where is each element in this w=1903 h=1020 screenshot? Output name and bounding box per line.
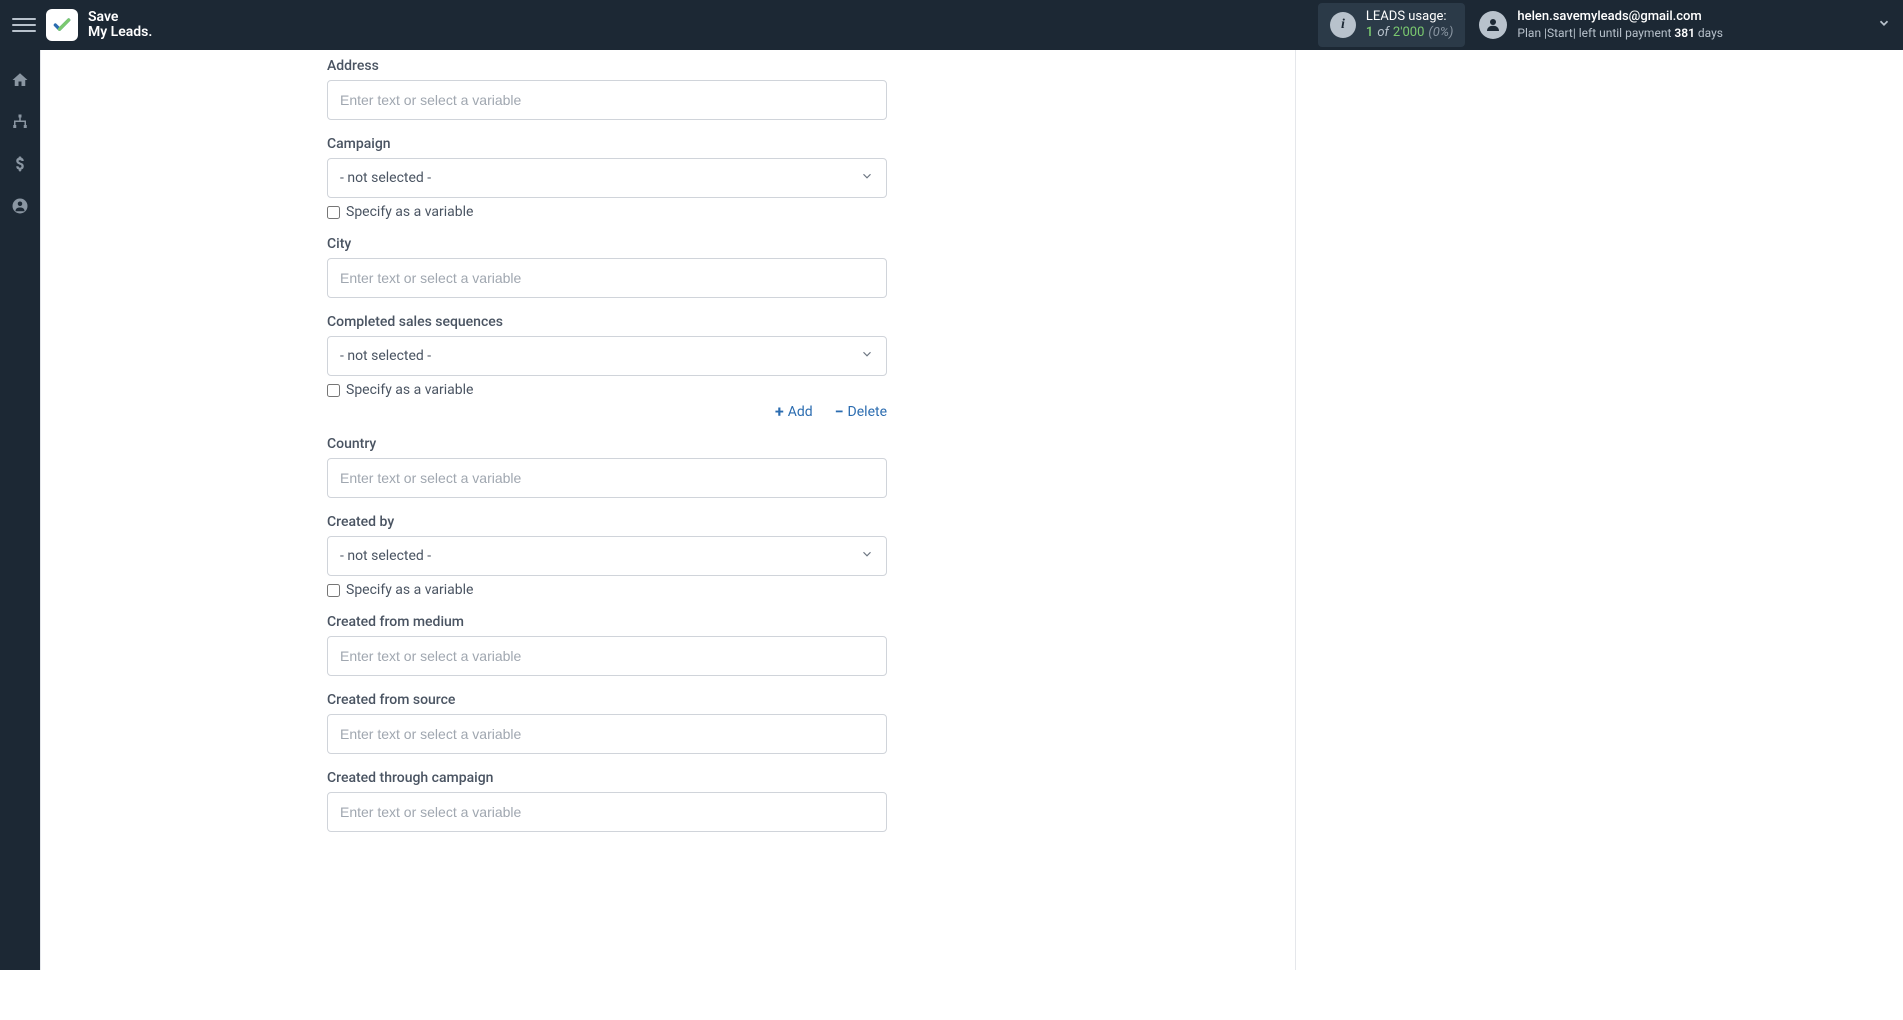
label-completed-sales: Completed sales sequences bbox=[327, 314, 887, 330]
user-email: helen.savemyleads@gmail.com bbox=[1517, 9, 1723, 26]
label-created-from-source: Created from source bbox=[327, 692, 887, 708]
sidebar-item-billing[interactable] bbox=[0, 146, 40, 182]
field-created-from-source: Created from source bbox=[327, 692, 887, 754]
input-address[interactable] bbox=[327, 80, 887, 120]
field-created-through-campaign: Created through campaign bbox=[327, 770, 887, 832]
header-right: i LEADS usage: 1 of 2'000 (0%) helen.sav… bbox=[1318, 3, 1891, 48]
content-card: Address Campaign - not selected - Specif… bbox=[40, 50, 1296, 970]
plan-days: 381 bbox=[1674, 26, 1695, 40]
usage-title: LEADS usage: bbox=[1366, 9, 1454, 25]
specify-campaign[interactable]: Specify as a variable bbox=[327, 204, 887, 220]
label-country: Country bbox=[327, 436, 887, 452]
plus-icon: + bbox=[775, 404, 784, 420]
field-city: City bbox=[327, 236, 887, 298]
logo-line2: My Leads. bbox=[88, 25, 152, 40]
sidebar-item-home[interactable] bbox=[0, 62, 40, 98]
delete-button[interactable]: − Delete bbox=[835, 404, 887, 420]
usage-pct: (0%) bbox=[1428, 25, 1453, 41]
label-city: City bbox=[327, 236, 887, 252]
chevron-down-icon bbox=[860, 169, 874, 187]
select-completed-sales-value: - not selected - bbox=[340, 348, 431, 364]
checkbox-created-by[interactable] bbox=[327, 584, 340, 597]
field-created-by: Created by - not selected - Specify as a… bbox=[327, 514, 887, 598]
input-created-from-medium[interactable] bbox=[327, 636, 887, 676]
usage-total: 2'000 bbox=[1393, 25, 1425, 41]
field-campaign: Campaign - not selected - Specify as a v… bbox=[327, 136, 887, 220]
header-left: Save My Leads. bbox=[12, 9, 152, 41]
field-address: Address bbox=[327, 58, 887, 120]
add-delete-row: + Add − Delete bbox=[327, 404, 887, 420]
sidebar-item-account[interactable] bbox=[0, 188, 40, 224]
label-created-from-medium: Created from medium bbox=[327, 614, 887, 630]
specify-label: Specify as a variable bbox=[346, 382, 473, 398]
select-created-by[interactable]: - not selected - bbox=[327, 536, 887, 576]
label-created-by: Created by bbox=[327, 514, 887, 530]
checkbox-campaign[interactable] bbox=[327, 206, 340, 219]
field-country: Country bbox=[327, 436, 887, 498]
input-city[interactable] bbox=[327, 258, 887, 298]
select-created-by-value: - not selected - bbox=[340, 548, 431, 564]
chevron-down-icon[interactable] bbox=[1877, 16, 1891, 34]
info-icon: i bbox=[1330, 12, 1356, 38]
input-created-from-source[interactable] bbox=[327, 714, 887, 754]
user-info: helen.savemyleads@gmail.com Plan |Start|… bbox=[1517, 9, 1723, 41]
usage-widget: i LEADS usage: 1 of 2'000 (0%) bbox=[1318, 3, 1466, 48]
sidebar bbox=[0, 50, 40, 970]
label-campaign: Campaign bbox=[327, 136, 887, 152]
usage-text: LEADS usage: 1 of 2'000 (0%) bbox=[1366, 9, 1454, 42]
add-label: Add bbox=[788, 404, 813, 420]
logo-line1: Save bbox=[88, 10, 152, 25]
label-created-through-campaign: Created through campaign bbox=[327, 770, 887, 786]
add-button[interactable]: + Add bbox=[775, 404, 813, 420]
chevron-down-icon bbox=[860, 347, 874, 365]
main-area: Address Campaign - not selected - Specif… bbox=[40, 50, 1903, 1020]
user-menu[interactable]: helen.savemyleads@gmail.com Plan |Start|… bbox=[1479, 9, 1723, 41]
logo-text: Save My Leads. bbox=[88, 10, 152, 41]
specify-label: Specify as a variable bbox=[346, 204, 473, 220]
menu-toggle-button[interactable] bbox=[12, 13, 36, 37]
chevron-down-icon bbox=[860, 547, 874, 565]
specify-created-by[interactable]: Specify as a variable bbox=[327, 582, 887, 598]
minus-icon: − bbox=[835, 404, 844, 420]
delete-label: Delete bbox=[848, 404, 887, 420]
form-wrap: Address Campaign - not selected - Specif… bbox=[327, 50, 887, 888]
logo-icon bbox=[46, 9, 78, 41]
input-created-through-campaign[interactable] bbox=[327, 792, 887, 832]
input-country[interactable] bbox=[327, 458, 887, 498]
user-plan: Plan |Start| left until payment 381 days bbox=[1517, 26, 1723, 42]
usage-of: of bbox=[1377, 25, 1389, 41]
app-header: Save My Leads. i LEADS usage: 1 of 2'000… bbox=[0, 0, 1903, 50]
usage-count: 1 bbox=[1366, 25, 1373, 41]
label-address: Address bbox=[327, 58, 887, 74]
plan-suffix: days bbox=[1695, 26, 1723, 40]
plan-prefix: Plan |Start| left until payment bbox=[1517, 26, 1674, 40]
specify-label: Specify as a variable bbox=[346, 582, 473, 598]
select-campaign-value: - not selected - bbox=[340, 170, 431, 186]
field-created-from-medium: Created from medium bbox=[327, 614, 887, 676]
sidebar-item-flows[interactable] bbox=[0, 104, 40, 140]
field-completed-sales: Completed sales sequences - not selected… bbox=[327, 314, 887, 420]
select-completed-sales[interactable]: - not selected - bbox=[327, 336, 887, 376]
user-avatar-icon bbox=[1479, 11, 1507, 39]
select-campaign[interactable]: - not selected - bbox=[327, 158, 887, 198]
checkbox-completed-sales[interactable] bbox=[327, 384, 340, 397]
specify-completed-sales[interactable]: Specify as a variable bbox=[327, 382, 887, 398]
